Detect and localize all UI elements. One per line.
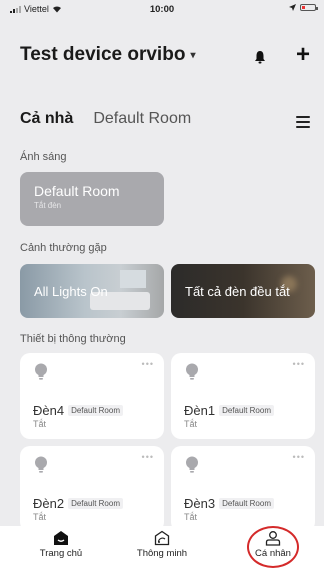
home-selector[interactable]: Test device orvibo ▾ xyxy=(20,44,195,66)
scene-card-all-off[interactable]: Tất cả đèn đều tắt xyxy=(171,264,315,318)
bulb-icon xyxy=(35,363,47,380)
bell-icon[interactable] xyxy=(254,50,266,64)
device-name: Đèn1 xyxy=(184,403,216,418)
device-room-badge: Default Room xyxy=(68,405,123,416)
scene-label: Tất cả đèn đều tắt xyxy=(185,284,290,299)
device-title-row: Đèn3 Default Room xyxy=(184,496,274,511)
status-right xyxy=(289,4,318,11)
highlight-circle xyxy=(247,526,299,568)
tab-default-room[interactable]: Default Room xyxy=(93,110,191,128)
status-bar: Viettel 10:00 xyxy=(0,0,324,18)
nav-home[interactable]: Trang chủ xyxy=(16,530,106,559)
device-state: Tắt xyxy=(33,419,47,429)
device-name: Đèn3 xyxy=(184,496,216,511)
scene-image-window xyxy=(120,270,146,288)
scene-label: All Lights On xyxy=(34,284,108,299)
bulb-icon xyxy=(35,456,47,473)
section-devices-label: Thiết bị thông thường xyxy=(20,333,126,345)
location-arrow-icon xyxy=(289,4,296,11)
battery-icon xyxy=(300,4,318,11)
room-tabs: Cả nhà Default Room xyxy=(20,110,310,132)
section-scenes-label: Cảnh thường gặp xyxy=(20,242,107,254)
device-card[interactable]: ••• Đèn1 Default Room Tắt xyxy=(171,353,315,439)
room-card-status: Tắt đèn xyxy=(34,201,62,210)
menu-icon[interactable] xyxy=(296,116,310,128)
bulb-icon xyxy=(186,363,198,380)
nav-smart[interactable]: Thông minh xyxy=(117,530,207,559)
device-room-badge: Default Room xyxy=(219,405,274,416)
device-state: Tắt xyxy=(33,512,47,522)
tab-whole-home[interactable]: Cả nhà xyxy=(20,110,73,128)
home-icon xyxy=(54,531,68,545)
status-time: 10:00 xyxy=(149,4,175,15)
device-card[interactable]: ••• Đèn3 Default Room Tắt xyxy=(171,446,315,532)
device-title-row: Đèn4 Default Room xyxy=(33,403,123,418)
device-name: Đèn2 xyxy=(33,496,65,511)
header: Test device orvibo ▾ + xyxy=(20,43,310,68)
bulb-icon xyxy=(186,456,198,473)
device-room-badge: Default Room xyxy=(68,498,123,509)
room-card-name: Default Room xyxy=(34,183,120,199)
chevron-down-icon: ▾ xyxy=(190,49,196,61)
add-icon[interactable]: + xyxy=(296,43,310,67)
section-lighting-label: Ánh sáng xyxy=(20,151,67,163)
device-card[interactable]: ••• Đèn4 Default Room Tắt xyxy=(20,353,164,439)
more-icon[interactable]: ••• xyxy=(142,359,154,369)
device-state: Tắt xyxy=(184,419,198,429)
more-icon[interactable]: ••• xyxy=(293,359,305,369)
home-name: Test device orvibo xyxy=(20,44,186,65)
device-state: Tắt xyxy=(184,512,198,522)
nav-home-label: Trang chủ xyxy=(39,548,83,559)
more-icon[interactable]: ••• xyxy=(293,452,305,462)
device-name: Đèn4 xyxy=(33,403,65,418)
device-card[interactable]: ••• Đèn2 Default Room Tắt xyxy=(20,446,164,532)
nav-smart-label: Thông minh xyxy=(136,548,188,559)
device-room-badge: Default Room xyxy=(219,498,274,509)
device-title-row: Đèn1 Default Room xyxy=(184,403,274,418)
device-title-row: Đèn2 Default Room xyxy=(33,496,123,511)
smart-icon xyxy=(154,530,170,546)
more-icon[interactable]: ••• xyxy=(142,452,154,462)
room-light-card[interactable]: Default Room Tắt đèn xyxy=(20,172,164,226)
scene-card-all-on[interactable]: All Lights On xyxy=(20,264,164,318)
